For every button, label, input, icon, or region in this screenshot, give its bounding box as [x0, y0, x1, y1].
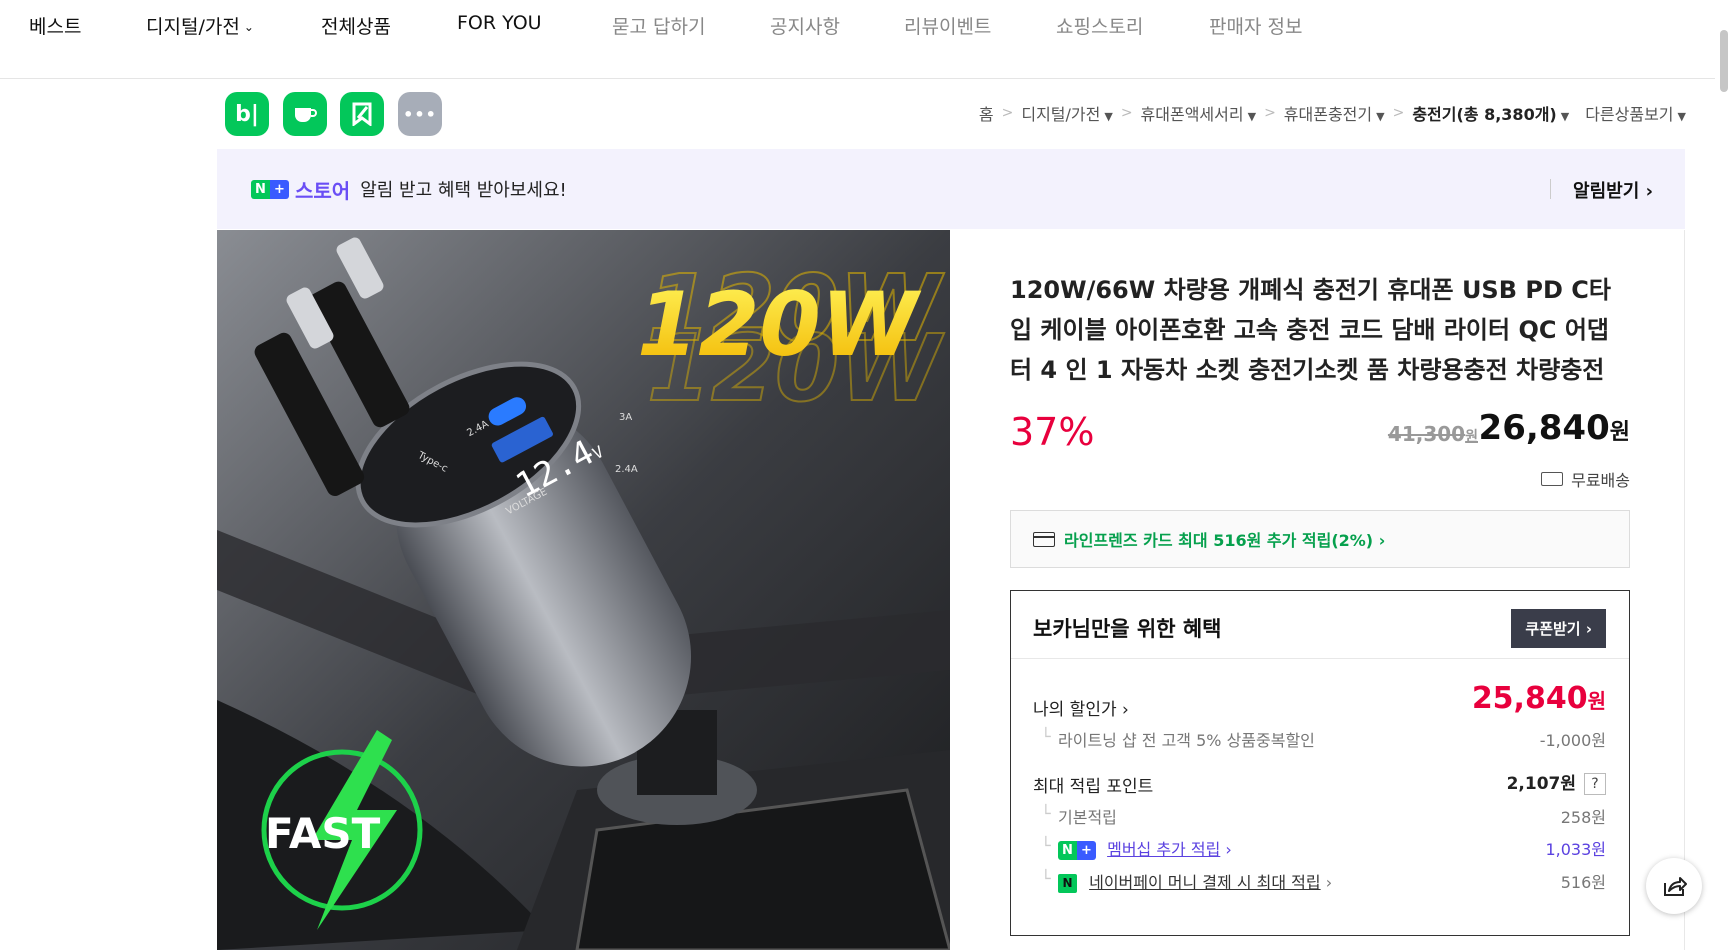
nav-notice[interactable]: 공지사항	[770, 12, 840, 39]
bookmark-icon[interactable]	[340, 92, 384, 136]
my-price-row: 나의 할인가 › 25,840원	[1033, 681, 1606, 720]
nav-review-event[interactable]: 리뷰이벤트	[904, 12, 991, 39]
card-benefit-text: 라인프렌즈 카드 최대 516원 추가 적립(2%) ›	[1064, 531, 1386, 550]
divider	[1550, 179, 1551, 199]
more-icon[interactable]: •••	[398, 92, 442, 136]
breadcrumb-digital[interactable]: 디지털/가전 ▼	[1021, 101, 1112, 125]
benefit-title: 보카님만을 위한 혜택	[1033, 617, 1222, 641]
store-notify-banner: N + 스토어 알림 받고 혜택 받아보세요! 알림받기 ›	[217, 149, 1685, 229]
original-price: 41,300원	[1387, 422, 1478, 446]
svg-text:120W: 120W	[637, 273, 922, 376]
sale-price: 26,840원	[1478, 408, 1630, 448]
membership-link[interactable]: 멤버십 추가 적립	[1107, 840, 1220, 859]
notify-text: 알림 받고 혜택 받아보세요!	[360, 180, 567, 201]
chevron-right-icon: >	[1264, 105, 1276, 121]
truck-icon	[1541, 472, 1564, 486]
my-price: 25,840원	[1471, 681, 1606, 716]
breadcrumb-phone-charger[interactable]: 휴대폰충전기 ▼	[1284, 101, 1385, 125]
breadcrumb-home[interactable]: 홈	[979, 101, 994, 125]
npay-link[interactable]: 네이버페이 머니 결제 시 최대 적립	[1089, 873, 1321, 892]
chevron-right-icon: >	[1120, 105, 1133, 121]
tree-branch-icon: └	[1041, 804, 1051, 823]
nav-for-you[interactable]: FOR YOU	[457, 12, 542, 34]
top-nav: 베스트 디지털/가전 ⌄ 전체상품 FOR YOU 묻고 답하기 공지사항 리뷰이…	[0, 0, 1715, 79]
tree-branch-icon: └	[1041, 727, 1051, 746]
npay-points-row: └ N 네이버페이 머니 결제 시 최대 적립 › 516원	[1041, 869, 1606, 893]
help-icon[interactable]: ?	[1584, 773, 1606, 795]
coupon-button[interactable]: 쿠폰받기 ›	[1511, 609, 1606, 648]
membership-points-row: └ N + 멤버십 추가 적립 › 1,033원	[1041, 836, 1606, 860]
cafe-icon[interactable]	[283, 92, 327, 136]
max-points: 2,107원	[1506, 774, 1576, 794]
caret-down-icon: ▼	[1560, 110, 1570, 123]
caret-down-icon: ▼	[1104, 110, 1113, 123]
chevron-right-icon: ›	[1645, 181, 1653, 202]
breadcrumb: 홈 > 디지털/가전 ▼ > 휴대폰액세서리 ▼ > 휴대폰충전기 ▼ > 충전기(총…	[979, 101, 1686, 125]
nplus-logo-icon: N +	[1058, 841, 1096, 860]
svg-text:2.4A: 2.4A	[615, 464, 638, 475]
nplus-logo-icon: N +	[251, 179, 289, 199]
breadcrumb-phone-accessories[interactable]: 휴대폰액세서리 ▼	[1141, 101, 1257, 125]
base-points-row: └ 기본적립 258원	[1041, 804, 1606, 827]
nav-shopping-story[interactable]: 쇼핑스토리	[1056, 12, 1143, 39]
chevron-right-icon: >	[1001, 105, 1014, 121]
nav-seller-info[interactable]: 판매자 정보	[1209, 12, 1302, 39]
naver-pay-icon: N	[1058, 874, 1077, 893]
scrollbar-thumb[interactable]	[1720, 30, 1728, 92]
tree-branch-icon: └	[1041, 869, 1051, 888]
product-title: 120W/66W 차량용 개폐식 충전기 휴대폰 USB PD C타입 케이블 …	[1010, 276, 1611, 384]
tree-branch-icon: └	[1041, 836, 1051, 855]
nav-digital[interactable]: 디지털/가전 ⌄	[146, 12, 254, 39]
chevron-right-icon: ›	[1225, 840, 1232, 859]
nav-all-products[interactable]: 전체상품	[321, 12, 391, 39]
nav-best[interactable]: 베스트	[29, 12, 81, 39]
chevron-down-icon: ⌄	[243, 20, 254, 34]
chevron-right-icon: >	[1392, 105, 1405, 121]
breadcrumb-charger[interactable]: 충전기(총 8,380개) ▼	[1412, 101, 1569, 125]
svg-text:FAST: FAST	[265, 809, 381, 858]
caret-down-icon: ▼	[1247, 110, 1257, 123]
share-icon	[1664, 877, 1687, 896]
card-benefit-banner[interactable]: 라인프렌즈 카드 최대 516원 추가 적립(2%) ›	[1010, 510, 1630, 568]
max-points-row: 최대 적립 포인트 2,107원?	[1033, 772, 1606, 797]
discount-rate: 37%	[1010, 410, 1095, 454]
my-price-label[interactable]: 나의 할인가 ›	[1033, 700, 1129, 720]
credit-card-icon	[1033, 531, 1055, 547]
chevron-right-icon: ›	[1325, 873, 1333, 892]
blog-icon[interactable]: b|	[225, 92, 269, 136]
nav-digital-label: 디지털/가전	[146, 16, 240, 38]
divider	[1684, 230, 1685, 950]
other-products-dropdown[interactable]: 다른상품보기 ▼	[1585, 101, 1686, 125]
chevron-right-icon: ›	[1122, 700, 1129, 720]
discount-note-row: └ 라이트닝 샵 전 고객 5% 상품중복할인 -1,000원	[1041, 727, 1606, 750]
notify-subscribe-button[interactable]: 알림받기 ›	[1573, 177, 1653, 203]
caret-down-icon: ▼	[1376, 110, 1385, 123]
share-button[interactable]	[1646, 858, 1702, 914]
member-benefit-box: 보카님만을 위한 혜택 쿠폰받기 › 나의 할인가 › 25,840원 └ 라이…	[1010, 590, 1630, 936]
shipping-info: 무료배송	[1541, 467, 1630, 491]
nav-qna[interactable]: 묻고 답하기	[612, 12, 705, 39]
store-brand: 스토어	[295, 178, 351, 203]
benefit-header: 보카님만을 위한 혜택 쿠폰받기 ›	[1011, 591, 1629, 659]
product-image[interactable]: 120W 120W 120W 12.4V VOLTAGE 3A 2.4A 2.4…	[217, 230, 950, 950]
svg-text:3A: 3A	[619, 412, 632, 423]
caret-down-icon: ▼	[1677, 110, 1686, 123]
